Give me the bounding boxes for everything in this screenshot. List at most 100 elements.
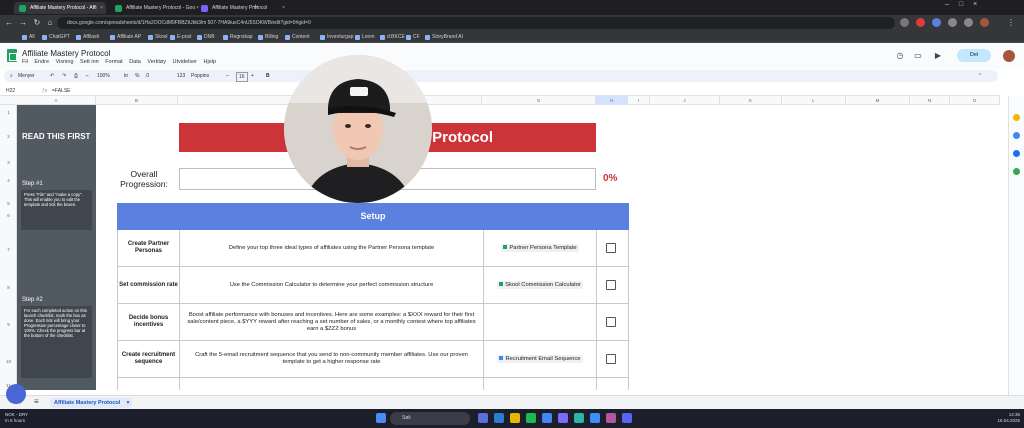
zoom-select[interactable]: 100% <box>97 70 110 82</box>
menu-format[interactable]: Format <box>105 59 122 65</box>
extension-icon[interactable] <box>932 18 941 27</box>
menu-help[interactable]: Hjelp <box>204 59 217 65</box>
task-checkbox[interactable] <box>606 317 616 327</box>
browser-tab-2[interactable]: Affiliate Mastery Protocol - Goo × <box>110 2 202 14</box>
start-windows-icon[interactable] <box>376 413 386 423</box>
comment-icon[interactable]: ▭ <box>913 51 923 61</box>
bookmark-item[interactable]: Billing <box>258 32 278 42</box>
font-select[interactable]: Poppins <box>191 70 209 82</box>
number-format-button[interactable]: 123 <box>177 70 185 82</box>
search-icon[interactable]: ⌕ <box>10 70 13 82</box>
chevron-down-icon[interactable]: ▾ <box>127 398 130 408</box>
system-clock[interactable]: 14:35 16.04.2025 <box>990 412 1020 424</box>
contacts-icon[interactable] <box>1013 150 1020 157</box>
spreadsheet-grid[interactable]: READ THIS FIRST Step #1 Press "File" and… <box>17 105 1000 390</box>
chrome-icon[interactable] <box>542 413 552 423</box>
bookmark-item[interactable]: E-post <box>170 32 191 42</box>
all-sheets-button[interactable]: ≡ <box>34 397 39 406</box>
font-size-decrease[interactable]: – <box>226 70 229 82</box>
explore-gear-icon[interactable] <box>6 384 26 404</box>
tasks-icon[interactable] <box>1013 132 1020 139</box>
bookmark-item[interactable]: Loom <box>355 32 375 42</box>
bookmark-item[interactable]: Regnskap <box>223 32 253 42</box>
resource-link-chip[interactable]: Recruitment Email Sequence <box>497 355 583 363</box>
column-header[interactable]: K <box>720 96 782 105</box>
bookmark-item[interactable]: d:BKCE <box>380 32 405 42</box>
currency-button[interactable]: kr <box>124 70 128 82</box>
column-header[interactable]: B <box>96 96 178 105</box>
column-header[interactable]: J <box>650 96 720 105</box>
percent-button[interactable]: % <box>135 70 139 82</box>
formula-input[interactable]: =FALSE <box>52 86 70 96</box>
undo-icon[interactable]: ↶ <box>50 70 54 82</box>
column-header[interactable]: L <box>782 96 846 105</box>
menu-extensions[interactable]: Utvidelser <box>173 59 197 65</box>
bookmark-item[interactable]: Content <box>285 32 310 42</box>
back-arrow-icon[interactable]: ← <box>4 18 14 28</box>
menu-search[interactable]: Menyer <box>18 70 35 82</box>
row-header[interactable]: 5 <box>0 201 17 206</box>
column-header[interactable]: G <box>482 96 596 105</box>
column-header[interactable]: M <box>846 96 910 105</box>
taskbar-app-icon[interactable] <box>606 413 616 423</box>
menu-view[interactable]: Visning <box>56 59 74 65</box>
weather-widget[interactable]: NOK - DRY In 6 hours <box>5 412 28 424</box>
row-header[interactable]: 1 <box>0 110 17 115</box>
extension-icon[interactable] <box>948 18 957 27</box>
row-header[interactable]: 6 <box>0 213 17 218</box>
taskbar-app-icon[interactable] <box>590 413 600 423</box>
row-header[interactable]: 8 <box>0 285 17 290</box>
row-header[interactable]: 7 <box>0 247 17 252</box>
sheet-tab-active[interactable]: Affiliate Mastery Protocol ▾ <box>50 398 133 408</box>
kebab-menu-icon[interactable]: ⋮ <box>1006 18 1016 28</box>
close-tab-icon[interactable]: × <box>282 2 285 14</box>
row-header[interactable]: 2 <box>0 134 17 139</box>
share-button[interactable]: Del <box>957 49 991 62</box>
row-header[interactable]: 9 <box>0 322 17 327</box>
chevron-up-icon[interactable]: ⌃ <box>978 70 982 82</box>
column-header[interactable]: O <box>950 96 1000 105</box>
menu-data[interactable]: Data <box>129 59 141 65</box>
bookmark-item[interactable]: DNB <box>197 32 215 42</box>
bookmark-item[interactable]: Inventurgap <box>320 32 353 42</box>
meet-icon[interactable]: ▶ <box>933 51 943 61</box>
font-size-increase[interactable]: + <box>251 70 254 82</box>
menu-file[interactable]: Fil <box>22 59 28 65</box>
menu-edit[interactable]: Endre <box>34 59 49 65</box>
taskbar-app-icon[interactable] <box>478 413 488 423</box>
account-avatar[interactable] <box>1003 50 1015 62</box>
window-controls[interactable]: –□× <box>945 1 987 8</box>
extension-icon[interactable] <box>916 18 925 27</box>
url-input[interactable]: docs.google.com/spreadsheets/d/1Ha2OOCdM… <box>57 17 895 29</box>
bookmark-item[interactable]: ChatGPT <box>42 32 70 42</box>
row-header[interactable]: 10 <box>0 359 17 364</box>
bookmark-item[interactable]: Affiliate AP <box>110 32 141 42</box>
taskbar-app-icon[interactable] <box>574 413 584 423</box>
sheets-logo-icon[interactable] <box>7 49 17 62</box>
bookmark-item[interactable]: All <box>22 32 35 42</box>
task-checkbox[interactable] <box>606 243 616 253</box>
resource-link-chip[interactable]: Partner Persona Template <box>501 244 579 252</box>
close-tab-icon[interactable]: × <box>100 2 103 14</box>
home-icon[interactable]: ⌂ <box>45 18 55 28</box>
name-box[interactable]: H22 <box>6 86 15 96</box>
spotify-icon[interactable] <box>526 413 536 423</box>
browser-tab-3[interactable]: Affiliate Mastery Protocol × <box>196 2 288 14</box>
star-icon[interactable] <box>900 18 909 27</box>
column-header[interactable]: A <box>17 96 96 105</box>
forward-arrow-icon[interactable]: → <box>18 18 28 28</box>
column-header[interactable]: I <box>628 96 650 105</box>
bold-icon[interactable]: B <box>266 70 270 82</box>
column-header-selected[interactable]: H <box>596 96 628 105</box>
taskbar-search[interactable]: Søk <box>390 412 470 425</box>
document-title[interactable]: Affiliate Mastery Protocol <box>22 49 110 58</box>
bookmark-item[interactable]: CF <box>406 32 420 42</box>
bookmark-item[interactable]: Skool <box>148 32 168 42</box>
menu-tools[interactable]: Verktøy <box>147 59 166 65</box>
row-header[interactable]: 3 <box>0 160 17 165</box>
task-checkbox[interactable] <box>606 280 616 290</box>
profile-avatar[interactable] <box>980 18 989 27</box>
row-header[interactable]: 4 <box>0 178 17 183</box>
taskbar-app-icon[interactable] <box>558 413 568 423</box>
font-size-input[interactable]: 16 <box>236 72 248 82</box>
